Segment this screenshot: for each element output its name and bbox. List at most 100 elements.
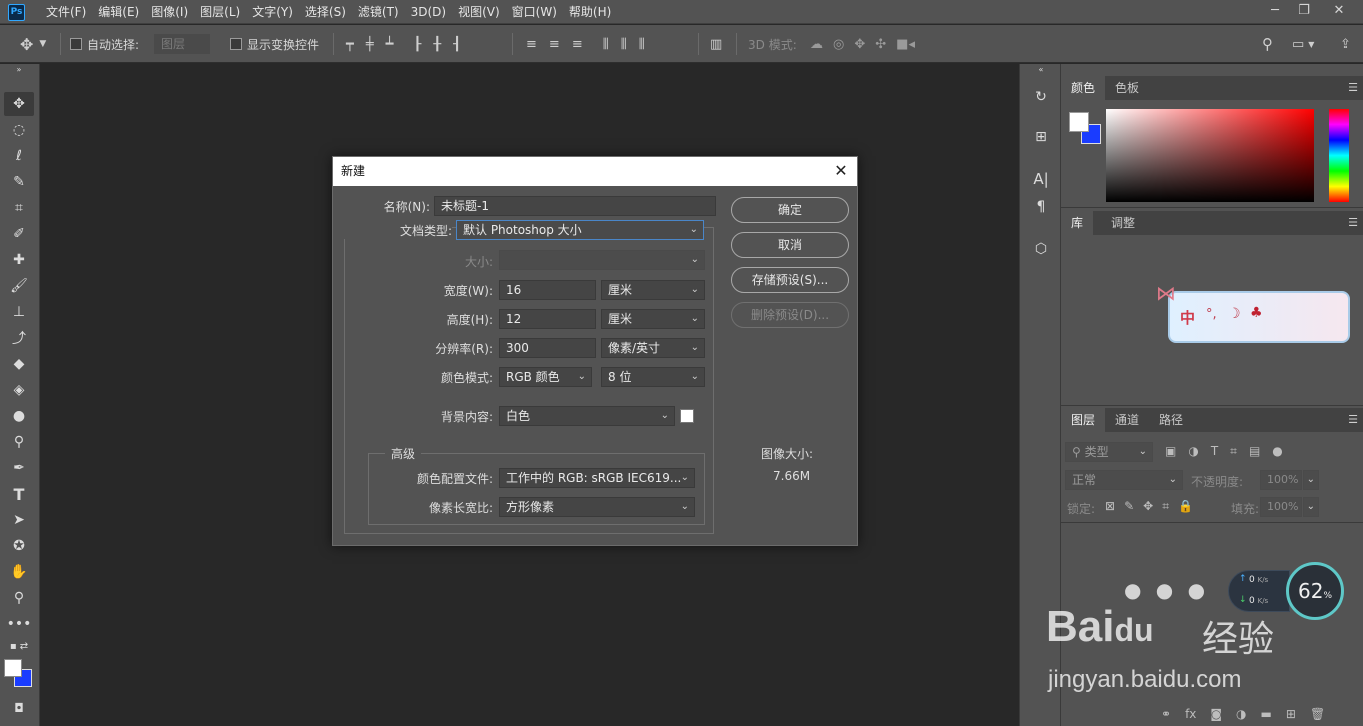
opacity-dropdown[interactable]: ⌄ [1303, 470, 1319, 490]
align-vcenter-icon[interactable]: ╪ [366, 37, 374, 52]
size-dropdown[interactable]: ⌄ [499, 250, 705, 270]
menu-file[interactable]: 文件(F) [40, 0, 92, 24]
lasso-tool-icon[interactable]: ℓ [4, 144, 34, 168]
clone-stamp-tool-icon[interactable]: ⊥ [4, 300, 34, 324]
width-unit-dropdown[interactable]: 厘米 ⌄ [601, 280, 705, 300]
color-picker-field[interactable] [1106, 109, 1314, 202]
more-tools-icon[interactable]: ••• [4, 612, 34, 636]
ok-button[interactable]: 确定 [731, 197, 849, 223]
collapse-toolbar-icon[interactable]: » [4, 64, 34, 74]
quick-mask-icon[interactable]: ◘ [4, 696, 34, 720]
distribute-left-icon[interactable]: ⫼ [603, 37, 609, 52]
background-color-swatch[interactable] [680, 409, 694, 423]
fx-icon[interactable]: fx [1185, 707, 1196, 721]
ime-toolbar[interactable]: 中 °, ☽ ♣ ⋈ [1156, 281, 1350, 343]
menu-layer[interactable]: 图层(L) [194, 0, 246, 24]
3d-scale-icon[interactable]: ■◂ [896, 37, 915, 52]
3d-orbit-icon[interactable]: ☁ [810, 37, 823, 52]
new-group-icon[interactable]: ▬ [1261, 707, 1272, 721]
workspace-button[interactable]: ▭ ▼ [1292, 25, 1314, 63]
delete-layer-icon[interactable]: 🗑 [1310, 707, 1325, 721]
opacity-field[interactable]: 100% [1260, 470, 1302, 490]
lock-transparent-icon[interactable]: ⊠ [1105, 499, 1115, 514]
move-tool-icon[interactable]: ✥ [4, 92, 34, 116]
shape-filter-icon[interactable]: ⌗ [1230, 444, 1237, 459]
menu-edit[interactable]: 编辑(E) [92, 0, 145, 24]
fill-field[interactable]: 100% [1260, 497, 1302, 517]
brush-tool-icon[interactable]: 🖌 [4, 274, 34, 298]
bit-depth-dropdown[interactable]: 8 位 ⌄ [601, 367, 705, 387]
zoom-tool-icon[interactable]: ⚲ [4, 586, 34, 610]
add-mask-icon[interactable]: ◙ [1210, 707, 1222, 721]
filter-toggle-icon[interactable]: ● [1272, 444, 1282, 459]
restore-button[interactable]: ❐ [1287, 0, 1321, 22]
type-filter-icon[interactable]: T [1211, 444, 1218, 459]
pixel-filter-icon[interactable]: ▣ [1165, 444, 1176, 459]
path-select-tool-icon[interactable]: ➤ [4, 508, 34, 532]
tab-channels[interactable]: 通道 [1105, 408, 1149, 432]
layer-filter-dropdown[interactable]: ⚲ 类型 ⌄ [1065, 442, 1153, 462]
menu-window[interactable]: 窗口(W) [506, 0, 563, 24]
align-left-icon[interactable]: ┠ [413, 37, 421, 52]
distribute-right-icon[interactable]: ⫼ [639, 37, 645, 52]
delete-preset-button[interactable]: 删除预设(D)... [731, 302, 849, 328]
search-button[interactable]: ⚲ [1262, 25, 1273, 63]
memory-usage-gauge[interactable]: 62% [1286, 562, 1344, 620]
height-input[interactable]: 12 [499, 309, 596, 329]
menu-3d[interactable]: 3D(D) [405, 0, 452, 24]
crop-tool-icon[interactable]: ⌗ [4, 196, 34, 220]
history-panel-icon[interactable]: ↻ [1030, 86, 1052, 108]
auto-align-button[interactable]: ▥ [710, 25, 722, 63]
foreground-color-swatch[interactable] [4, 659, 22, 677]
shape-tool-icon[interactable]: ✪ [4, 534, 34, 558]
history-brush-tool-icon[interactable]: ⤴ [4, 326, 34, 350]
blur-tool-icon[interactable]: ● [4, 404, 34, 428]
lock-artboard-icon[interactable]: ⌗ [1162, 499, 1169, 514]
background-dropdown[interactable]: 白色 ⌄ [499, 406, 675, 426]
pen-tool-icon[interactable]: ✒ [4, 456, 34, 480]
menu-view[interactable]: 视图(V) [452, 0, 506, 24]
close-window-button[interactable]: ✕ [1322, 0, 1356, 22]
menu-type[interactable]: 文字(Y) [246, 0, 299, 24]
distribute-vcenter-icon[interactable]: ≡ [549, 37, 560, 52]
quick-select-tool-icon[interactable]: ✎ [4, 170, 34, 194]
width-input[interactable]: 16 [499, 280, 596, 300]
3d-roll-icon[interactable]: ◎ [833, 37, 844, 52]
distribute-bottom-icon[interactable]: ≡ [572, 37, 583, 52]
pixel-aspect-dropdown[interactable]: 方形像素 ⌄ [499, 497, 695, 517]
eraser-tool-icon[interactable]: ◆ [4, 352, 34, 376]
collapse-panels-icon[interactable]: « [1030, 64, 1052, 74]
healing-brush-tool-icon[interactable]: ✚ [4, 248, 34, 272]
tab-adjustments[interactable]: 调整 [1101, 211, 1145, 235]
eyedropper-tool-icon[interactable]: ✐ [4, 222, 34, 246]
show-transform-checkbox[interactable]: 显示变换控件 [230, 25, 319, 63]
lock-image-icon[interactable]: ✎ [1124, 499, 1134, 514]
panel-menu-icon[interactable]: ☰ [1348, 216, 1358, 229]
auto-select-checkbox[interactable]: 自动选择: [70, 25, 139, 63]
3d-slide-icon[interactable]: ✣ [875, 37, 886, 52]
panel-menu-icon[interactable]: ☰ [1348, 413, 1358, 426]
color-profile-dropdown[interactable]: 工作中的 RGB: sRGB IEC619... ⌄ [499, 468, 695, 488]
move-tool-preset[interactable]: ✥ ▼ [20, 25, 46, 63]
network-speed-widget[interactable]: ↑ 0 K/s ↓ 0 K/s [1228, 570, 1290, 612]
hand-tool-icon[interactable]: ✋ [4, 560, 34, 584]
tab-layers[interactable]: 图层 [1061, 408, 1106, 432]
new-layer-icon[interactable]: ⊞ [1286, 707, 1296, 721]
save-preset-button[interactable]: 存储预设(S)... [731, 267, 849, 293]
type-tool-icon[interactable]: T [4, 482, 34, 506]
blend-mode-dropdown[interactable]: 正常 ⌄ [1065, 470, 1183, 490]
align-bottom-icon[interactable]: ┷ [386, 37, 394, 52]
color-mode-dropdown[interactable]: RGB 颜色 ⌄ [499, 367, 592, 387]
panel-menu-icon[interactable]: ☰ [1348, 81, 1358, 94]
3d-panel-icon[interactable]: ⬡ [1030, 238, 1052, 260]
menu-help[interactable]: 帮助(H) [563, 0, 617, 24]
swap-colors-icon[interactable]: ▪ ⇄ [4, 638, 34, 654]
dodge-tool-icon[interactable]: ⚲ [4, 430, 34, 454]
marquee-tool-icon[interactable]: ◌ [4, 118, 34, 142]
paint-bucket-tool-icon[interactable]: ◈ [4, 378, 34, 402]
character-panel-icon[interactable]: A| [1030, 168, 1052, 190]
distribute-hcenter-icon[interactable]: ⫼ [621, 37, 627, 52]
color-fg-swatch[interactable] [1069, 112, 1089, 132]
smart-object-filter-icon[interactable]: ▤ [1249, 444, 1260, 459]
lock-position-icon[interactable]: ✥ [1143, 499, 1153, 514]
